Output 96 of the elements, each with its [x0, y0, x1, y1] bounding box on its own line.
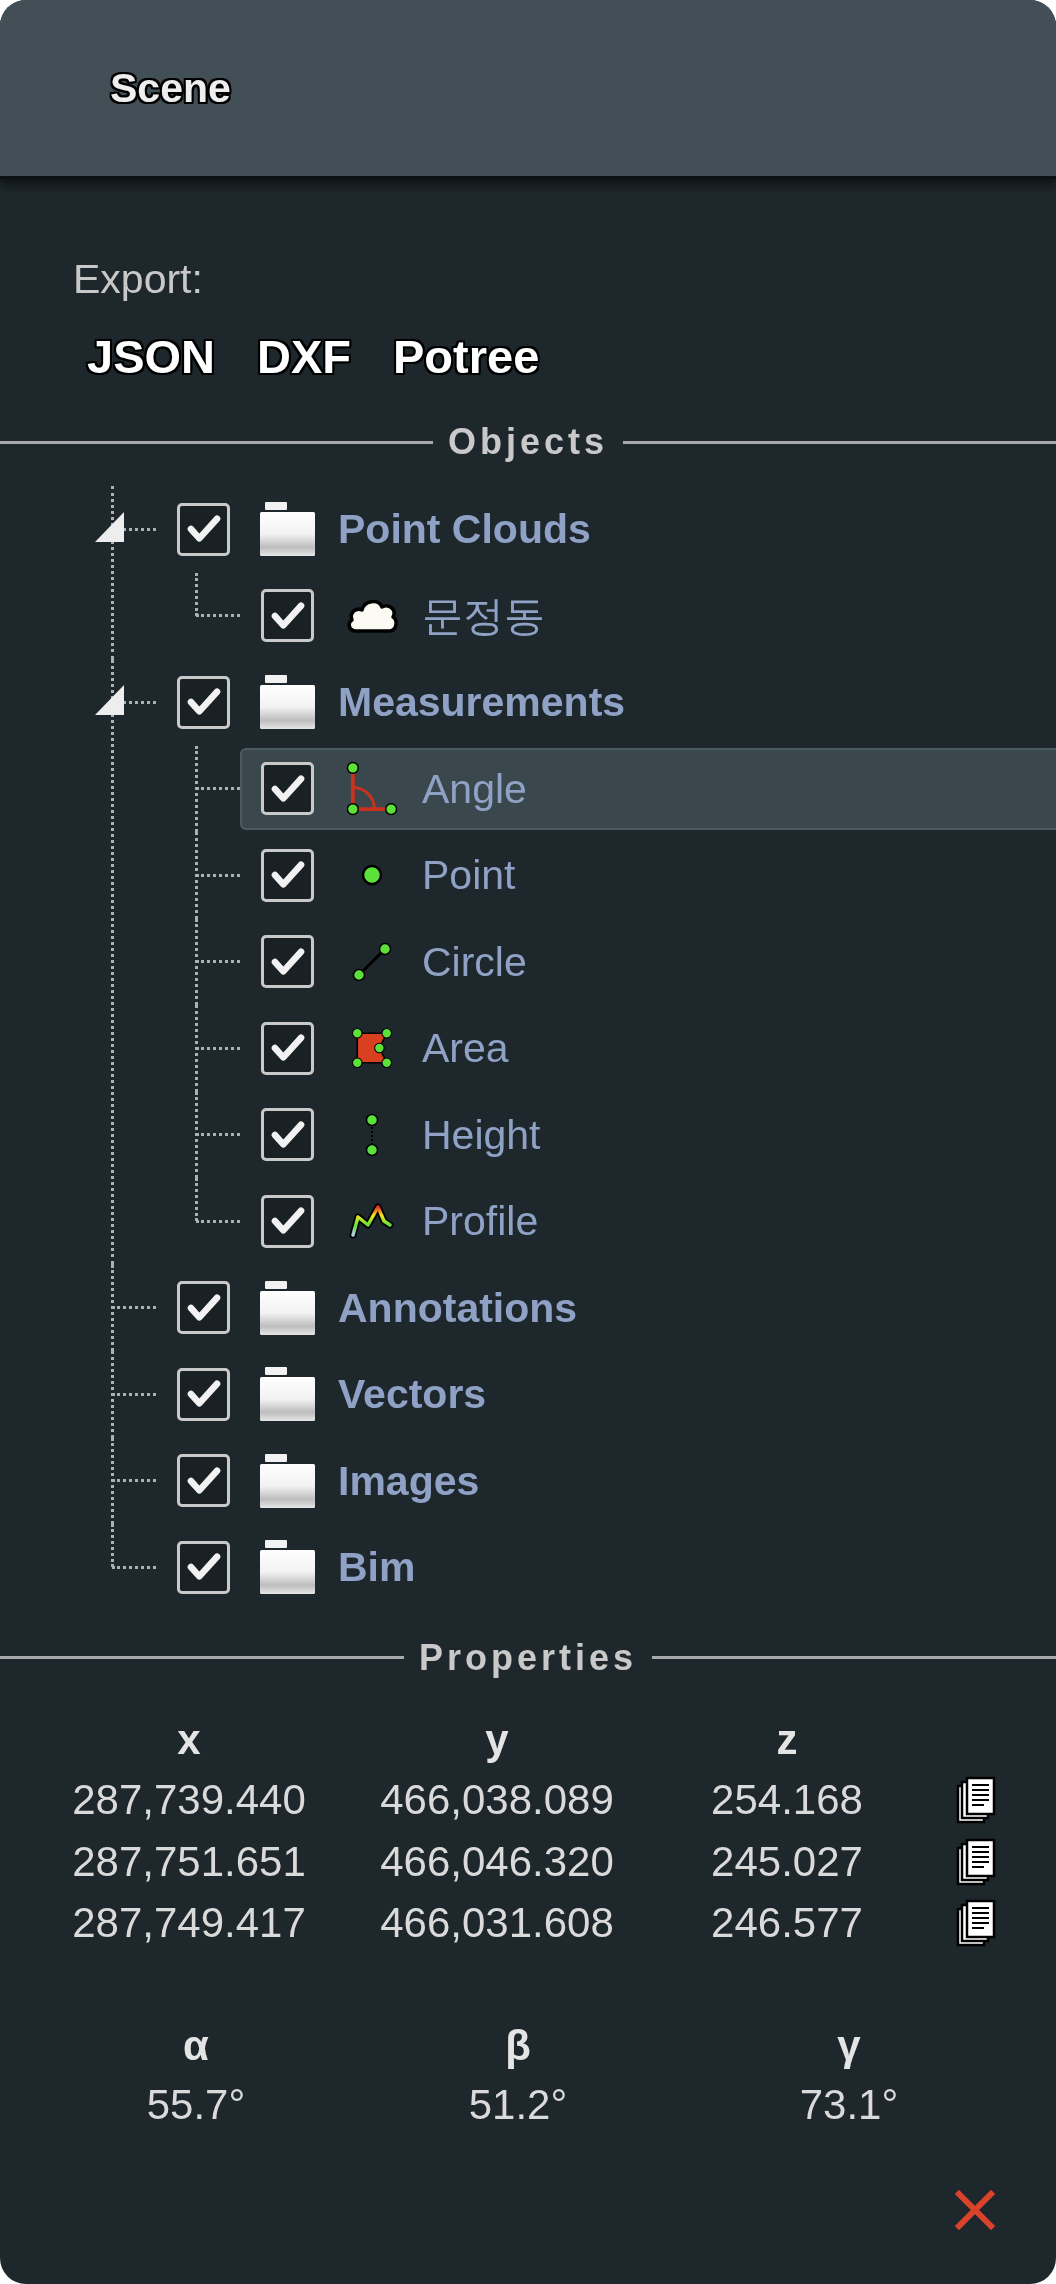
tree-item-label: 문정동 [422, 591, 545, 640]
table-cell: 287,739.440 [72, 1779, 306, 1822]
tree-item-label: Annotations [338, 1283, 578, 1332]
angle-icon [344, 761, 399, 817]
export-link[interactable]: JSON [87, 333, 215, 380]
tree-item-label: Area [422, 1024, 509, 1073]
checkmark-icon [270, 947, 305, 976]
triangle-icon[interactable] [95, 512, 124, 542]
folder-icon [260, 1540, 315, 1595]
checkbox[interactable] [177, 1454, 230, 1508]
close-icon [955, 2190, 995, 2230]
tree-item-label: Images [338, 1456, 480, 1505]
checkbox[interactable] [177, 1367, 230, 1421]
triangle-icon[interactable] [95, 685, 124, 715]
checkbox[interactable] [177, 1540, 230, 1594]
column-header: z [776, 1719, 798, 1761]
copy-icon[interactable] [956, 1837, 996, 1886]
tree-item[interactable]: Area [240, 1007, 1056, 1090]
tree-item[interactable]: Profile [240, 1180, 1056, 1263]
dot-icon [359, 863, 384, 888]
folder-icon [260, 1280, 315, 1335]
export-label: Export: [73, 256, 203, 303]
tree-item-label: Bim [338, 1543, 416, 1592]
tree-item[interactable]: Circle [240, 920, 1056, 1003]
tree-item-label: Point Clouds [338, 505, 591, 554]
checkmark-icon [270, 774, 305, 803]
table-cell: 287,749.417 [72, 1902, 306, 1945]
checkmark-icon [186, 1466, 221, 1495]
copy-icon[interactable] [956, 1899, 996, 1948]
tree-item-label: Vectors [338, 1370, 487, 1419]
tree-item[interactable]: Point [240, 834, 1056, 917]
table-cell: 466,031.608 [380, 1902, 614, 1945]
checkmark-icon [186, 1380, 221, 1409]
checkbox[interactable] [261, 1108, 314, 1162]
section-title: Properties [417, 1639, 639, 1676]
checkmark-icon [186, 1553, 221, 1582]
column-header: α [183, 2024, 209, 2067]
export-link[interactable]: DXF [257, 333, 351, 380]
tree-item-label: Angle [422, 764, 527, 813]
table-cell: 466,038.089 [380, 1779, 614, 1822]
tree-item[interactable]: Images [156, 1439, 1056, 1522]
tree-item[interactable]: 문정동 [240, 574, 1056, 657]
checkmark-icon [270, 1120, 305, 1149]
checkbox[interactable] [177, 502, 230, 556]
checkbox[interactable] [177, 675, 230, 729]
table-cell: 73.1° [799, 2083, 899, 2126]
tree-item[interactable]: Bim [156, 1526, 1056, 1609]
checkbox[interactable] [261, 1021, 314, 1075]
tree-item[interactable]: Vectors [156, 1353, 1056, 1436]
tree-item-label: Profile [422, 1197, 539, 1246]
line-segment-icon [351, 941, 392, 982]
tree-item-label: Point [422, 851, 516, 900]
folder-icon [260, 502, 315, 557]
panel-title: Scene [110, 67, 231, 109]
folder-icon [260, 1367, 315, 1422]
column-header: γ [837, 2024, 861, 2067]
checkbox[interactable] [261, 935, 314, 989]
folder-icon [260, 1453, 315, 1508]
table-cell: 51.2° [468, 2083, 568, 2126]
tree-item-label: Measurements [338, 678, 626, 727]
column-header: y [485, 1719, 509, 1761]
checkbox[interactable] [261, 848, 314, 902]
tree-item[interactable]: Height [240, 1093, 1056, 1176]
tree-item[interactable]: Annotations [156, 1266, 1056, 1349]
column-header: β [505, 2024, 531, 2067]
tree-item-label: Height [422, 1110, 541, 1159]
export-link[interactable]: Potree [393, 333, 540, 380]
zigzag-icon [349, 1203, 394, 1240]
checkmark-icon [270, 601, 305, 630]
table-cell: 55.7° [146, 2083, 246, 2126]
column-header: x [177, 1719, 201, 1761]
checkmark-icon [270, 1207, 305, 1236]
tree-item[interactable]: Measurements [156, 661, 1056, 744]
checkmark-icon [186, 1293, 221, 1322]
checkbox[interactable] [261, 762, 314, 816]
checkbox[interactable] [261, 589, 314, 643]
cloud-icon [344, 597, 399, 635]
checkmark-icon [186, 688, 221, 717]
table-cell: 245.027 [711, 1840, 863, 1883]
tree-item-label: Circle [422, 937, 527, 986]
table-cell: 246.577 [711, 1902, 863, 1945]
section-title: Objects [447, 424, 610, 460]
polygon-icon [351, 1028, 392, 1069]
table-cell: 466,046.320 [380, 1840, 614, 1883]
tree-item[interactable]: Point Clouds [156, 488, 1056, 571]
tree-item[interactable]: Angle [240, 747, 1056, 830]
checkmark-icon [270, 861, 305, 890]
copy-icon[interactable] [956, 1776, 996, 1825]
vertical-dots-icon [364, 1112, 379, 1157]
checkbox[interactable] [261, 1194, 314, 1248]
table-cell: 287,751.651 [72, 1840, 306, 1883]
checkmark-icon [186, 515, 221, 544]
table-cell: 254.168 [711, 1779, 863, 1822]
folder-icon [260, 675, 315, 730]
checkbox[interactable] [177, 1281, 230, 1335]
checkmark-icon [270, 1034, 305, 1063]
